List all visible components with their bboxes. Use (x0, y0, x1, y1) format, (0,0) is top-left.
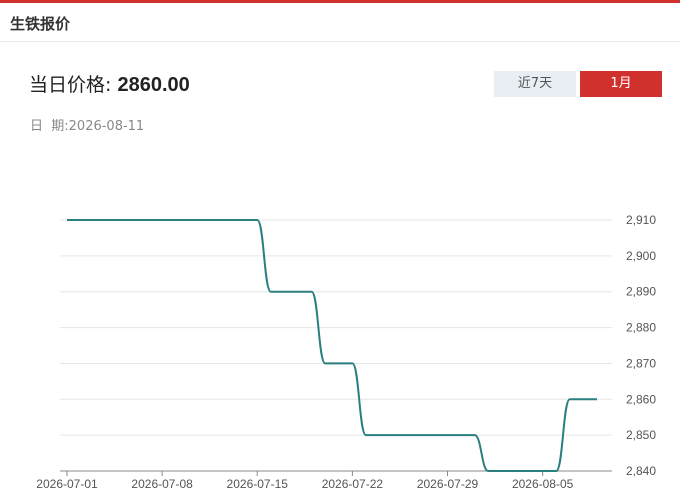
y-tick-label: 2,910 (626, 213, 656, 227)
current-price-label: 当日价格: (29, 74, 112, 96)
current-price-value: 2860.00 (117, 74, 190, 96)
x-tick-label: 2026-07-22 (322, 477, 384, 491)
y-tick-label: 2,890 (626, 285, 656, 299)
y-tick-label: 2,860 (626, 392, 656, 406)
tab-7-days[interactable]: 近7天 (494, 71, 576, 97)
y-tick-label: 2,870 (626, 356, 656, 370)
price-date-label: 日 期: (30, 119, 69, 134)
x-tick-label: 2026-07-08 (131, 477, 193, 491)
page-header: 生铁报价 (0, 3, 680, 42)
x-tick-label: 2026-08-05 (512, 477, 574, 491)
x-tick-label: 2026-07-15 (227, 477, 289, 491)
x-tick-label: 2026-07-01 (36, 477, 98, 491)
y-tick-label: 2,900 (626, 249, 656, 263)
y-tick-label: 2,850 (626, 428, 656, 442)
current-price: 当日价格: 2860.00 (29, 70, 190, 97)
x-tick-label: 2026-07-29 (417, 477, 479, 491)
y-tick-label: 2,840 (626, 464, 656, 478)
y-tick-label: 2,880 (626, 321, 656, 335)
price-date-value: 2026-08-11 (68, 119, 145, 134)
price-line-chart: 2,840 2,850 2,860 2,870 2,880 2,890 2,900 2,910… (36, 213, 656, 491)
price-date: 日 期:2026-08-11 (30, 115, 144, 134)
page-title: 生铁报价 (10, 15, 71, 33)
tab-1-month[interactable]: 1月 (580, 71, 662, 97)
price-series-line (67, 219, 598, 473)
